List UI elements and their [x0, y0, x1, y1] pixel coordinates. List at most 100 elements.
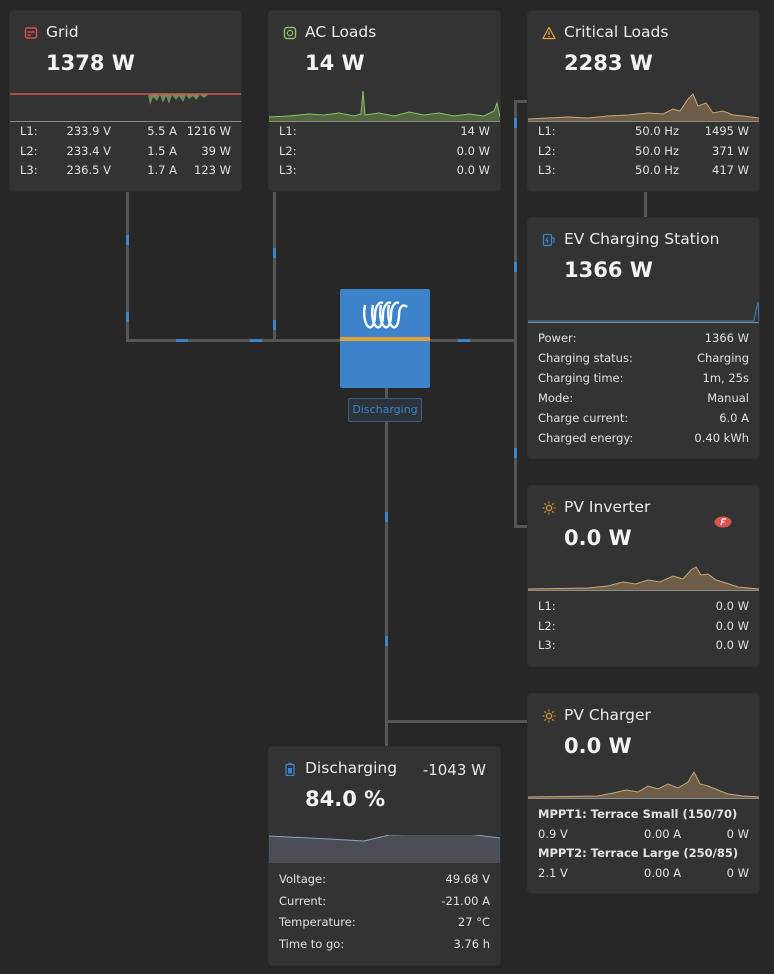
row-value: 27 °C	[457, 915, 490, 929]
divider	[528, 121, 759, 122]
power-value: 0 W	[726, 826, 749, 841]
current-value: 5.5 A	[147, 124, 177, 138]
ac-loads-card[interactable]: AC Loads 14 W L1: 14 W L2: 0.0 W L3: 0.0 W	[269, 11, 500, 191]
inverter-status-badge: Discharging	[348, 398, 422, 422]
voltage-value: 233.9 V	[66, 124, 111, 138]
warning-triangle-icon	[542, 26, 556, 40]
flow-dot	[458, 339, 470, 342]
card-title: Critical Loads	[564, 23, 669, 41]
power-value: 14 W	[460, 124, 490, 138]
critical-sparkline	[528, 93, 759, 121]
pvcharger-sparkline	[528, 770, 759, 798]
divider	[528, 798, 759, 799]
phase-label: L3:	[538, 638, 556, 652]
right-bus-connector	[430, 339, 516, 342]
flow-dot	[176, 339, 188, 342]
power-value: 417 W	[712, 163, 749, 177]
phase-label: L3:	[538, 163, 556, 177]
row-label: Temperature:	[279, 915, 356, 929]
pv-inverter-card[interactable]: PV Inverter 0.0 W L1: 0.0 W L2: 0.0 W L3: 0…	[528, 486, 759, 666]
grid-meter-icon	[24, 27, 38, 39]
power-value: 2283 W	[564, 51, 653, 75]
battery-card[interactable]: Discharging -1043 W 84.0 % Voltage: 49.68…	[269, 747, 500, 965]
phase-label: L2:	[20, 143, 38, 158]
frequency-value: 50.0 Hz	[635, 143, 679, 158]
voltage-value: 0.9 V	[538, 826, 568, 841]
left-bus-connector	[126, 339, 340, 342]
power-value: 1366 W	[564, 258, 653, 282]
phase-label: L1:	[20, 124, 38, 138]
divider	[528, 322, 759, 323]
row-value: 1m, 25s	[702, 371, 749, 385]
grid-card[interactable]: Grid 1378 W L1: 233.9 V 5.5 A 1216 W L2: 233…	[10, 11, 241, 191]
card-title: Discharging	[305, 759, 398, 777]
divider	[10, 121, 241, 122]
row-value: -21.00 A	[441, 893, 490, 908]
battery-power-value: -1043 W	[422, 761, 486, 779]
flow-dot	[514, 262, 517, 272]
divider	[269, 121, 500, 122]
power-value: 1378 W	[46, 51, 135, 75]
row-value: 49.68 V	[445, 872, 490, 886]
card-title: Grid	[46, 23, 79, 41]
row-label: Mode:	[538, 391, 574, 405]
frequency-value: 50.0 Hz	[635, 124, 679, 138]
row-label: Power:	[538, 331, 577, 345]
pvinverter-connector	[514, 525, 528, 528]
card-title: AC Loads	[305, 23, 377, 41]
mppt-name: MPPT2: Terrace Large (250/85)	[538, 846, 739, 860]
power-value: 0.0 W	[456, 163, 490, 177]
current-value: 1.7 A	[147, 163, 177, 177]
row-label: Charging status:	[538, 351, 633, 365]
battery-icon	[285, 762, 295, 776]
phase-label: L2:	[279, 143, 297, 158]
power-value: 14 W	[305, 51, 365, 75]
flow-dot	[514, 118, 517, 128]
row-label: Voltage:	[279, 872, 327, 886]
row-label: Charge current:	[538, 411, 629, 425]
power-value: 0.0 W	[715, 638, 749, 652]
critical-loads-card[interactable]: Critical Loads 2283 W L1: 50.0 Hz 1495 W L…	[528, 11, 759, 191]
phase-label: L1:	[538, 124, 556, 138]
power-value: 0.0 W	[456, 143, 490, 158]
flow-dot	[126, 235, 129, 245]
row-label: Current:	[279, 893, 327, 908]
flow-dot	[126, 312, 129, 322]
power-value: 1495 W	[704, 124, 749, 138]
phase-label: L2:	[538, 618, 556, 633]
row-value: 1366 W	[704, 331, 749, 345]
power-value: 0 W	[726, 865, 749, 880]
inverter-box[interactable]	[340, 289, 430, 388]
fronius-logo-icon	[714, 516, 732, 528]
sun-icon	[542, 501, 556, 515]
critical-connector	[514, 100, 528, 103]
sun-icon	[542, 709, 556, 723]
card-title: PV Inverter	[564, 498, 651, 516]
power-value: 123 W	[194, 163, 231, 177]
pvinverter-sparkline	[528, 566, 759, 590]
voltage-value: 236.5 V	[66, 163, 111, 177]
pv-charger-card[interactable]: PV Charger 0.0 W MPPT1: Terrace Small (1…	[528, 694, 759, 893]
phase-label: L3:	[20, 163, 38, 177]
row-label: Time to go:	[279, 936, 345, 951]
ev-charging-card[interactable]: EV Charging Station 1366 W Power: 1366 W …	[528, 218, 759, 458]
frequency-value: 50.0 Hz	[635, 163, 679, 177]
phase-label: L3:	[279, 163, 297, 177]
ac-out-bus-vertical	[514, 100, 517, 528]
card-title: PV Charger	[564, 706, 651, 724]
flow-dot	[250, 339, 262, 342]
phase-label: L1:	[538, 599, 556, 613]
phase-label: L2:	[538, 143, 556, 158]
current-value: 0.00 A	[644, 826, 682, 841]
power-value: 0.0 W	[715, 618, 749, 633]
row-value: Manual	[707, 391, 749, 405]
row-value: 6.0 A	[719, 411, 749, 425]
row-value: 0.40 kWh	[694, 431, 749, 445]
flow-dot	[385, 512, 388, 522]
row-label: Charging time:	[538, 371, 624, 385]
pvcharger-connector	[385, 720, 528, 723]
victron-logo-icon	[363, 301, 408, 329]
row-value: 3.76 h	[453, 936, 490, 951]
flow-dot	[273, 248, 276, 258]
voltage-value: 233.4 V	[66, 143, 111, 158]
